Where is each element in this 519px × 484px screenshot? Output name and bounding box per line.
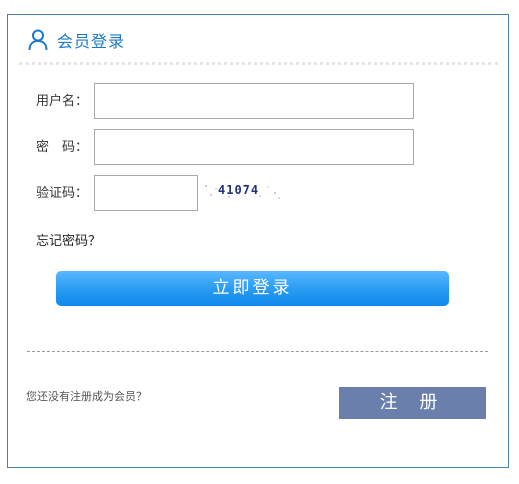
captcha-label: 验证码： — [36, 186, 89, 201]
user-icon — [28, 29, 48, 51]
captcha-input[interactable] — [94, 175, 198, 211]
username-input[interactable] — [94, 83, 414, 119]
forgot-password-link[interactable]: 忘记密码？ — [36, 233, 101, 251]
captcha-text: 41074 — [218, 183, 260, 197]
login-header: 会员登录 — [8, 15, 508, 65]
password-label: 密 码： — [36, 140, 89, 155]
section-divider — [27, 351, 488, 352]
login-button[interactable]: 立即登录 — [56, 271, 449, 306]
header-divider — [19, 62, 498, 65]
password-input[interactable] — [94, 129, 414, 165]
login-panel: 会员登录 用户名： 密 码： 验证码： 41074 忘记密码？ 立即登录 您还没… — [7, 14, 509, 468]
username-label: 用户名： — [36, 94, 89, 109]
register-prompt: 您还没有注册成为会员？ — [26, 390, 147, 403]
captcha-image[interactable]: 41074 — [202, 181, 282, 201]
register-button[interactable]: 注 册 — [339, 387, 486, 419]
page-title: 会员登录 — [57, 32, 126, 51]
